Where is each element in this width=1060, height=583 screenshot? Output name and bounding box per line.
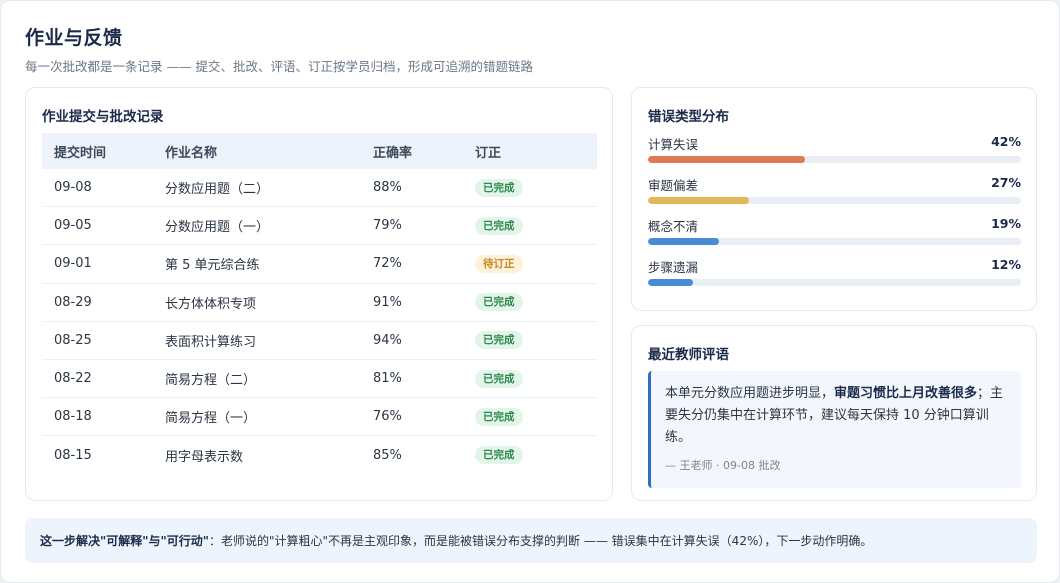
cell-status: 已完成 <box>475 446 597 465</box>
column-header-rate: 正确率 <box>373 145 413 161</box>
cell-rate: 88% <box>373 180 402 196</box>
error-type-bar-track <box>648 279 1021 286</box>
cell-date: 09-01 <box>54 256 92 272</box>
cell-date: 08-22 <box>54 371 92 387</box>
error-type-bar-track <box>648 197 1021 204</box>
cell-name: 表面积计算练习 <box>165 334 257 350</box>
error-distribution-list: 计算失误 42% 审题偏差 27% 概念不清 19% 步骤遗漏 12% <box>648 134 1021 298</box>
table-row: 08-22 简易方程（二） 81% 已完成 <box>42 360 597 399</box>
status-badge: 已完成 <box>475 216 523 235</box>
status-badge: 已完成 <box>475 407 523 426</box>
table-row: 08-29 长方体体积专项 91% 已完成 <box>42 284 597 322</box>
records-card-title: 作业提交与批改记录 <box>42 109 164 125</box>
error-type-item: 概念不清 19% <box>648 216 1021 257</box>
table-row: 09-05 分数应用题（一） 79% 已完成 <box>42 207 597 246</box>
page-header: 作业与反馈 每一次批改都是一条记录 —— 提交、批改、评语、订正按学员归档，形成… <box>25 23 533 75</box>
cell-date: 09-08 <box>54 180 92 196</box>
cell-name: 第 5 单元综合练 <box>165 258 260 274</box>
cell-status: 待订正 <box>475 254 597 273</box>
cell-date: 08-18 <box>54 409 92 425</box>
error-type-head: 计算失误 42% <box>648 134 1021 152</box>
footer-note-bold: 这一步解决"可解释"与"可行动" <box>40 534 210 548</box>
cell-rate: 76% <box>373 409 402 425</box>
cell-rate: 85% <box>373 447 402 463</box>
teacher-comment-card: 最近教师评语 本单元分数应用题进步明显，审题习惯比上月改善很多；主要失分仍集中在… <box>631 325 1037 501</box>
error-type-percent: 27% <box>991 175 1021 190</box>
error-type-item: 计算失误 42% <box>648 134 1021 175</box>
cell-name: 长方体体积专项 <box>165 296 257 312</box>
teacher-comment-text: 本单元分数应用题进步明显，审题习惯比上月改善很多；主要失分仍集中在计算环节，建议… <box>665 383 1007 449</box>
error-type-bar-fill <box>648 156 805 163</box>
status-badge: 已完成 <box>475 293 523 312</box>
teacher-comment-title: 最近教师评语 <box>648 347 729 363</box>
table-row: 09-08 分数应用题（二） 88% 已完成 <box>42 169 597 208</box>
status-badge: 已完成 <box>475 331 523 350</box>
page-title: 作业与反馈 <box>25 27 123 49</box>
status-badge: 已完成 <box>475 369 523 388</box>
error-type-bar-fill <box>648 279 693 286</box>
error-type-percent: 12% <box>991 257 1021 272</box>
comment-text-highlight: 审题习惯比上月改善很多 <box>834 386 978 401</box>
comment-text-before: 本单元分数应用题进步明显， <box>665 386 835 401</box>
cell-date: 09-05 <box>54 218 92 234</box>
error-distribution-card: 错误类型分布 计算失误 42% 审题偏差 27% 概念不清 19% 步骤遗漏 12% <box>631 87 1037 311</box>
cell-name: 分数应用题（二） <box>165 182 270 198</box>
records-table: 提交时间 作业名称 正确率 订正 09-08 分数应用题（二） 88% 已完成 09-0… <box>42 133 597 475</box>
cell-status: 已完成 <box>475 407 597 426</box>
error-type-bar-track <box>648 156 1021 163</box>
status-badge: 已完成 <box>475 446 523 465</box>
table-header: 提交时间 作业名称 正确率 订正 <box>42 133 597 169</box>
error-type-percent: 19% <box>991 216 1021 231</box>
cell-status: 已完成 <box>475 178 597 197</box>
footer-note-text: ：老师说的"计算粗心"不再是主观印象，而是能被错误分布支撑的判断 —— 错误集中… <box>209 534 873 548</box>
error-distribution-title: 错误类型分布 <box>648 109 729 125</box>
error-type-head: 审题偏差 27% <box>648 175 1021 193</box>
cell-rate: 91% <box>373 294 402 310</box>
error-type-percent: 42% <box>991 134 1021 149</box>
cell-status: 已完成 <box>475 293 597 312</box>
cell-status: 已完成 <box>475 369 597 388</box>
cell-status: 已完成 <box>475 331 597 350</box>
status-badge: 待订正 <box>475 254 523 273</box>
cell-name: 简易方程（一） <box>165 411 257 427</box>
cell-status: 已完成 <box>475 216 597 235</box>
table-row: 08-25 表面积计算练习 94% 已完成 <box>42 322 597 360</box>
table-body: 09-08 分数应用题（二） 88% 已完成 09-05 分数应用题（一） 79% 已完成 09… <box>42 169 597 475</box>
cell-rate: 81% <box>373 371 402 387</box>
cell-rate: 79% <box>373 218 402 234</box>
error-type-label: 概念不清 <box>648 219 699 234</box>
error-type-label: 步骤遗漏 <box>648 260 699 275</box>
error-type-bar-track <box>648 238 1021 245</box>
teacher-comment-box: 本单元分数应用题进步明显，审题习惯比上月改善很多；主要失分仍集中在计算环节，建议… <box>648 371 1021 488</box>
cell-rate: 94% <box>373 332 402 348</box>
error-type-bar-fill <box>648 197 749 204</box>
cell-name: 简易方程（二） <box>165 373 257 389</box>
teacher-comment-signature: — 王老师 · 09-08 批改 <box>665 459 781 472</box>
error-type-head: 概念不清 19% <box>648 216 1021 234</box>
cell-rate: 72% <box>373 256 402 272</box>
cell-date: 08-25 <box>54 332 92 348</box>
column-header-date: 提交时间 <box>54 145 107 161</box>
column-header-status: 订正 <box>475 145 502 161</box>
error-type-head: 步骤遗漏 12% <box>648 257 1021 275</box>
records-card: 作业提交与批改记录 提交时间 作业名称 正确率 订正 09-08 分数应用题（二）… <box>25 87 613 501</box>
table-row: 08-15 用字母表示数 85% 已完成 <box>42 436 597 474</box>
column-header-name: 作业名称 <box>165 145 218 161</box>
cell-date: 08-15 <box>54 447 92 463</box>
page: 作业与反馈 每一次批改都是一条记录 —— 提交、批改、评语、订正按学员归档，形成… <box>0 0 1060 583</box>
error-type-item: 步骤遗漏 12% <box>648 257 1021 298</box>
status-badge: 已完成 <box>475 178 523 197</box>
table-row: 09-01 第 5 单元综合练 72% 待订正 <box>42 245 597 284</box>
error-type-bar-fill <box>648 238 719 245</box>
cell-name: 分数应用题（一） <box>165 220 270 236</box>
cell-date: 08-29 <box>54 294 92 310</box>
error-type-label: 计算失误 <box>648 137 699 152</box>
error-type-label: 审题偏差 <box>648 178 699 193</box>
cell-name: 用字母表示数 <box>165 449 244 465</box>
page-subtitle: 每一次批改都是一条记录 —— 提交、批改、评语、订正按学员归档，形成可追溯的错题… <box>25 59 533 74</box>
error-type-item: 审题偏差 27% <box>648 175 1021 216</box>
footer-note: 这一步解决"可解释"与"可行动"：老师说的"计算粗心"不再是主观印象，而是能被错… <box>25 518 1037 563</box>
table-row: 08-18 简易方程（一） 76% 已完成 <box>42 398 597 437</box>
